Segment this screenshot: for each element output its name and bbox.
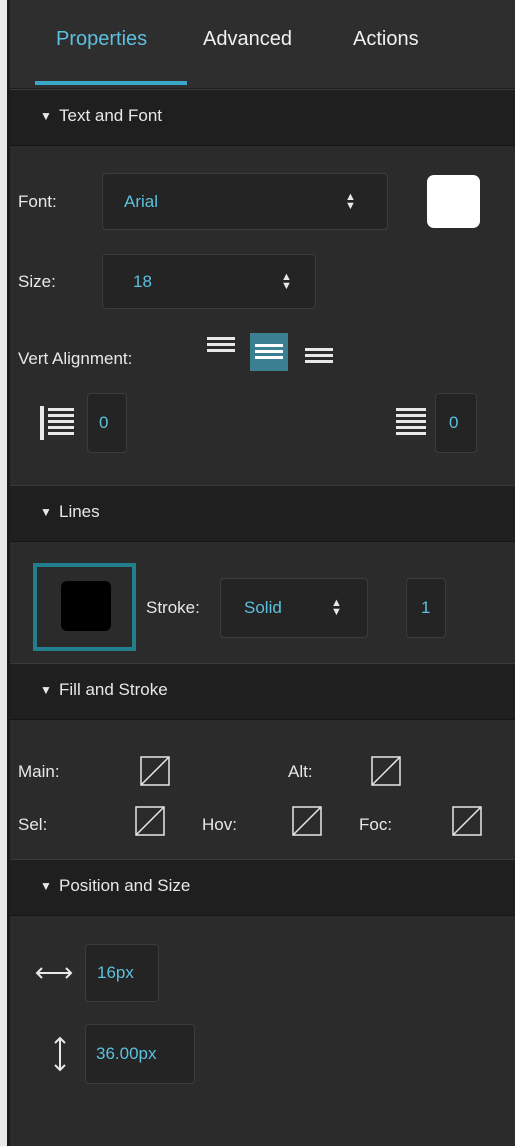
main-fill-label: Main: <box>18 762 60 781</box>
horizontal-arrow-icon <box>35 967 73 979</box>
updown-arrows-icon: ▲ ▼ <box>331 597 342 618</box>
vertical-arrow-icon <box>54 1036 66 1072</box>
no-fill-icon[interactable] <box>371 756 401 786</box>
align-middle-icon[interactable] <box>250 333 288 371</box>
paragraph-spacing-icon <box>396 408 426 435</box>
foc-fill-label: Foc: <box>359 815 393 834</box>
font-value: Arial <box>124 191 159 211</box>
hov-fill-label: Hov: <box>202 815 237 834</box>
font-select[interactable]: Arial ▲ ▼ <box>102 173 388 230</box>
section-title: Lines <box>59 502 100 521</box>
section-header-fill-and-stroke[interactable]: ▼ Fill and Stroke <box>10 663 515 720</box>
paragraph-spacing-value: 0 <box>449 413 459 432</box>
stroke-label: Stroke: <box>146 598 200 617</box>
stroke-style-select[interactable]: Solid ▲ ▼ <box>220 578 368 638</box>
size-label: Size: <box>18 272 56 291</box>
triangle-down-icon: ▼ <box>40 109 52 123</box>
section-title: Position and Size <box>59 876 191 895</box>
alt-fill-label: Alt: <box>288 762 313 781</box>
section-header-lines[interactable]: ▼ Lines <box>10 485 515 542</box>
sel-fill-label: Sel: <box>18 815 48 834</box>
font-color-swatch[interactable] <box>427 175 480 228</box>
tab-properties[interactable]: Properties <box>56 28 147 51</box>
width-input[interactable]: 16px <box>85 944 159 1002</box>
section-header-position-and-size[interactable]: ▼ Position and Size <box>10 859 515 916</box>
tab-actions[interactable]: Actions <box>353 28 419 51</box>
properties-panel: Properties Advanced Actions ▼ Text and F… <box>10 0 515 1146</box>
no-fill-icon[interactable] <box>292 806 322 836</box>
triangle-down-icon: ▼ <box>40 505 52 519</box>
align-bottom-icon[interactable] <box>303 344 335 366</box>
size-value: 18 <box>133 271 152 291</box>
line-spacing-input[interactable]: 0 <box>87 393 127 453</box>
updown-arrows-icon: ▲ ▼ <box>345 190 356 212</box>
no-fill-icon[interactable] <box>135 806 165 836</box>
section-header-text-and-font[interactable]: ▼ Text and Font <box>10 89 515 146</box>
vert-alignment-label: Vert Alignment: <box>18 349 133 368</box>
stroke-color-fill <box>61 581 111 631</box>
stroke-color-swatch[interactable] <box>33 563 136 651</box>
width-value: 16px <box>97 963 134 982</box>
paragraph-spacing-input[interactable]: 0 <box>435 393 477 453</box>
line-spacing-icon <box>40 406 74 440</box>
height-value: 36.00px <box>96 1044 157 1063</box>
align-top-icon[interactable] <box>205 334 237 356</box>
triangle-down-icon: ▼ <box>40 879 52 893</box>
triangle-down-icon: ▼ <box>40 683 52 697</box>
font-label: Font: <box>18 192 57 211</box>
updown-arrows-icon: ▲ ▼ <box>281 270 292 292</box>
tab-bar: Properties Advanced Actions <box>10 0 515 89</box>
stroke-style-value: Solid <box>244 598 282 617</box>
no-fill-icon[interactable] <box>140 756 170 786</box>
line-spacing-value: 0 <box>99 413 109 432</box>
no-fill-icon[interactable] <box>452 806 482 836</box>
stroke-width-input[interactable]: 1 <box>406 578 446 638</box>
size-select[interactable]: 18 ▲ ▼ <box>102 254 316 309</box>
height-input[interactable]: 36.00px <box>85 1024 195 1084</box>
section-title: Fill and Stroke <box>59 680 168 699</box>
stroke-width-value: 1 <box>421 598 431 617</box>
tab-advanced[interactable]: Advanced <box>203 28 292 51</box>
active-tab-indicator <box>35 81 187 85</box>
section-title: Text and Font <box>59 106 163 125</box>
